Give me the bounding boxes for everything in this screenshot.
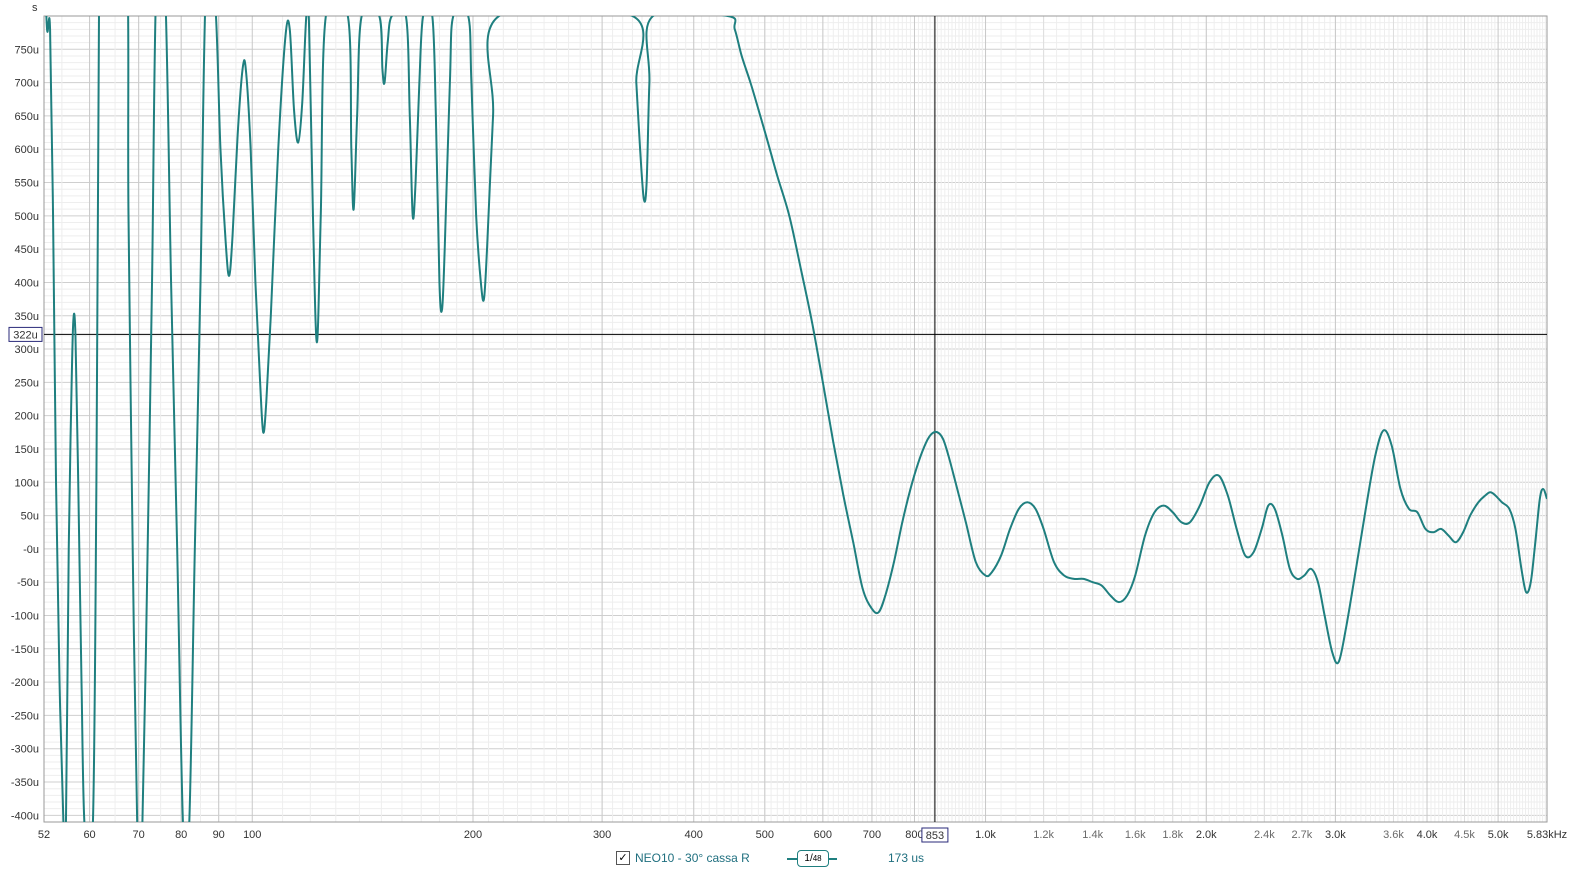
y-tick-label: -350u	[11, 777, 39, 789]
smoothing-control[interactable]: 1/48	[787, 850, 837, 867]
y-tick-label: -0u	[23, 544, 39, 556]
x-tick-label: 800	[905, 829, 923, 841]
x-tick-label: 2.7k	[1291, 829, 1312, 841]
x-tick-label: 600	[814, 829, 832, 841]
cursor-y-readout: 322u	[13, 329, 37, 341]
y-tick-label: -300u	[11, 744, 39, 756]
x-tick-label: 4.5k	[1454, 829, 1475, 841]
legend-series-label[interactable]: NEO10 - 30° cassa R	[635, 851, 750, 865]
x-tick-label: 400	[685, 829, 703, 841]
chart-svg[interactable]: 750u 700u 650u 600u 550u 500u 450u 400u 350u 300u…	[0, 0, 1592, 886]
y-tick-label: 750u	[15, 44, 39, 56]
smoothing-badge[interactable]: 1/48	[797, 850, 829, 867]
x-tick-label: 5.0k	[1488, 829, 1509, 841]
y-tick-label: 550u	[15, 178, 39, 190]
smoothing-numerator: 1	[804, 853, 810, 864]
y-tick-label: 50u	[21, 511, 39, 523]
x-tick-label: 3.0k	[1325, 829, 1346, 841]
x-tick-label: 1.8k	[1162, 829, 1183, 841]
series-visibility-checkbox[interactable]: ✓	[616, 851, 630, 865]
x-tick-label: 500	[756, 829, 774, 841]
x-tick-label: 4.0k	[1417, 829, 1438, 841]
y-tick-label: 250u	[15, 377, 39, 389]
x-tick-label: 3.6k	[1383, 829, 1404, 841]
y-tick-label: -150u	[11, 644, 39, 656]
x-tick-label: 2.0k	[1196, 829, 1217, 841]
y-tick-label: -400u	[11, 810, 39, 822]
y-tick-label: 300u	[15, 344, 39, 356]
y-tick-label: 150u	[15, 444, 39, 456]
y-tick-label: 650u	[15, 111, 39, 123]
x-tick-label: 100	[243, 829, 261, 841]
y-tick-label: 700u	[15, 78, 39, 90]
x-tick-label: 2.4k	[1254, 829, 1275, 841]
delay-readout: 173 us	[888, 851, 925, 865]
y-tick-label: 450u	[15, 244, 39, 256]
legend-bar: ✓ NEO10 - 30° cassa R 1/48 173 us	[0, 850, 1592, 874]
y-tick-label: -100u	[11, 611, 39, 623]
x-tick-label: 60	[83, 829, 95, 841]
x-axis: 52 60 70 80 90 100 200 300 400 500 600 700 800 1.0k 1.…	[38, 829, 1567, 841]
x-tick-label: 1.4k	[1082, 829, 1103, 841]
x-tick-label: 200	[464, 829, 482, 841]
y-tick-label: -200u	[11, 677, 39, 689]
smoothing-denominator: 48	[812, 854, 822, 863]
x-tick-label: 1.2k	[1033, 829, 1054, 841]
x-tick-label: 5.83kHz	[1527, 829, 1567, 841]
y-tick-label: 600u	[15, 144, 39, 156]
x-tick-label: 80	[175, 829, 187, 841]
y-tick-label: 500u	[15, 211, 39, 223]
grid	[43, 16, 1548, 823]
y-axis: 750u 700u 650u 600u 550u 500u 450u 400u 350u 300u…	[11, 44, 39, 822]
x-tick-label: 1.6k	[1125, 829, 1146, 841]
y-tick-label: 400u	[15, 277, 39, 289]
y-unit-label: s	[32, 2, 38, 14]
x-tick-label: 300	[593, 829, 611, 841]
y-tick-label: 200u	[15, 411, 39, 423]
x-tick-label: 70	[133, 829, 145, 841]
x-tick-label: 90	[213, 829, 225, 841]
y-tick-label: 350u	[15, 311, 39, 323]
x-tick-label: 52	[38, 829, 50, 841]
y-tick-label: 100u	[15, 477, 39, 489]
cursor-x-readout: 853	[926, 830, 944, 842]
y-tick-label: -250u	[11, 710, 39, 722]
x-tick-label: 700	[863, 829, 881, 841]
x-tick-label: 1.0k	[975, 829, 996, 841]
y-tick-label: -50u	[17, 577, 39, 589]
